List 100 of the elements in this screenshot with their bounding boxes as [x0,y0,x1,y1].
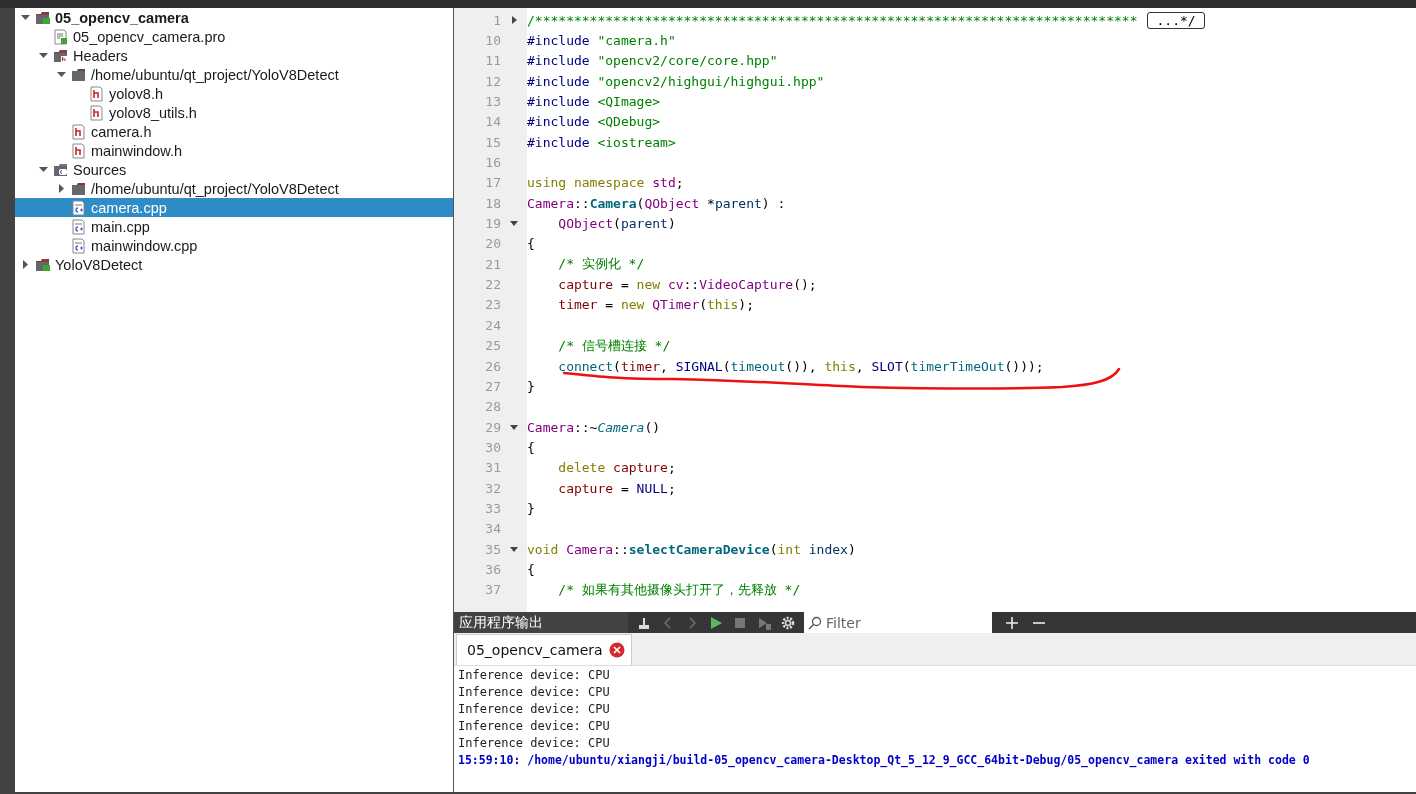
search-icon [808,616,822,630]
code-line: #include "opencv2/core/core.hpp" [527,53,778,69]
code-line: #include <QImage> [527,94,661,110]
folded-text-marker[interactable]: ...*/ [1147,11,1205,29]
line-number: 1 [492,12,501,28]
plus-icon[interactable] [1005,615,1019,630]
settings-icon[interactable] [780,614,796,631]
code-line: #include <QDebug> [527,114,661,130]
header-file-icon [89,85,105,102]
tree-item[interactable]: Headers [15,46,453,65]
expand-arrow-icon[interactable] [20,260,30,269]
output-line: Inference device: CPU [458,684,611,701]
line-number: 15 [484,134,501,150]
line-number: 14 [484,114,501,130]
tab-label: 05_opencv_camera [467,642,603,658]
output-line: Inference device: CPU [458,735,611,752]
code-line: Camera::Camera(QObject *parent) : [527,195,786,211]
filter-field[interactable]: Filter [804,612,992,633]
tree-item[interactable]: main.cpp [15,217,453,236]
output-line: Inference device: CPU [458,701,611,718]
tree-item[interactable]: YoloV8Detect [15,255,453,274]
folder-icon [71,66,87,83]
tree-item[interactable]: yolov8.h [15,84,453,103]
line-number: 23 [484,297,501,313]
code-line: #include "opencv2/highgui/highgui.hpp" [527,73,825,89]
tree-item[interactable]: mainwindow.h [15,141,453,160]
tree-item[interactable]: /home/ubuntu/qt_project/YoloV8Detect [15,179,453,198]
code-line: QObject(parent) [557,216,676,232]
source-file-icon [71,218,87,235]
output-line: 15:59:10: /home/ubuntu/xiangji/build-05_opencv_camera-Desktop_Qt_5_12_9_GCC_64bit-Debug/05_opencv_camera exited with code 0 [458,752,1311,769]
tree-item[interactable]: mainwindow.cpp [15,236,453,255]
line-number: 36 [484,561,501,577]
code-line: { [527,439,535,455]
code-line: connect(timer, SIGNAL(timeout()), this, SLOT(timerTimeOut())); [557,358,1044,374]
panel-title: 应用程序输出 [458,613,544,632]
line-number: 21 [484,256,501,272]
code-line: Camera::~Camera() [527,419,661,435]
project-folder-icon [35,9,51,26]
line-number: 16 [484,155,501,171]
expand-arrow-icon[interactable] [510,16,518,25]
line-number: 35 [484,541,501,557]
output-tab[interactable]: 05_opencv_camera [456,634,632,665]
project-folder-icon [35,256,51,273]
line-number: 32 [484,480,501,496]
header-file-icon [71,142,87,159]
line-number: 22 [484,277,501,293]
collapse-arrow-icon[interactable] [510,423,518,431]
code-line: void Camera::selectCameraDevice(int index) [527,541,856,557]
line-number: 11 [484,53,501,69]
source-folder-icon [53,161,69,178]
tree-item[interactable]: yolov8_utils.h [15,103,453,122]
line-number: 12 [484,73,501,89]
project-file-icon [53,28,69,45]
tree-item[interactable]: /home/ubuntu/qt_project/YoloV8Detect [15,65,453,84]
line-number: 27 [484,378,501,394]
line-number: 31 [484,460,501,476]
code-line: /* 实例化 */ [557,255,645,274]
line-number: 29 [484,419,501,435]
tree-item[interactable]: 05_opencv_camera.pro [15,27,453,46]
collapse-arrow-icon[interactable] [510,220,518,228]
line-number: 28 [484,399,501,415]
code-line: #include "camera.h" [527,33,676,48]
collapse-arrow-icon[interactable] [510,545,518,553]
folder-icon [71,180,87,197]
code-line: delete capture; [557,460,676,476]
code-line: #include <iostream> [527,134,676,150]
line-number: 26 [484,358,501,374]
line-number: 18 [484,195,501,211]
line-number: 24 [484,317,501,333]
collapse-arrow-icon[interactable] [38,51,48,60]
tree-item[interactable]: camera.cpp [15,198,453,217]
line-number: 10 [484,33,501,48]
line-number: 37 [484,582,501,598]
play-icon[interactable] [708,614,724,631]
line-number: 34 [484,521,501,537]
source-file-icon [71,199,87,216]
tree-item[interactable]: 05_opencv_camera [15,8,453,27]
expand-arrow-icon[interactable] [56,184,66,193]
line-number: 30 [484,439,501,455]
close-icon[interactable] [608,642,625,658]
output-line: Inference device: CPU [458,667,611,684]
header-file-icon [71,123,87,140]
line-number: 13 [484,94,501,110]
code-line: { [527,561,535,577]
code-line: /***************************************************************************** [527,12,1138,28]
line-number: 33 [484,500,501,516]
source-file-icon [71,237,87,254]
header-file-icon [89,104,105,121]
code-line: } [527,500,535,516]
line-number: 20 [484,236,501,252]
line-number: 19 [484,216,501,232]
line-number: 25 [484,338,501,354]
collapse-arrow-icon[interactable] [38,165,48,174]
tree-item[interactable]: Sources [15,160,453,179]
code-line: using namespace std; [527,175,684,191]
tree-item[interactable]: camera.h [15,122,453,141]
collapse-arrow-icon[interactable] [56,70,66,79]
collapse-arrow-icon[interactable] [20,13,30,22]
code-line: { [527,236,535,252]
code-line: /* 如果有其他摄像头打开了，先释放 */ [557,580,801,599]
